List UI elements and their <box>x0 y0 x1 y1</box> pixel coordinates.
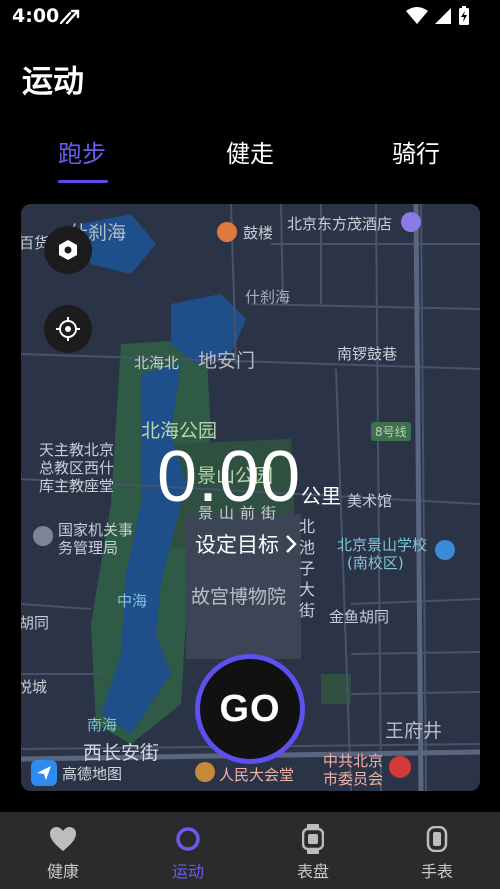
map-provider-name: 高德地图 <box>62 764 123 783</box>
map-label-wangfujing: 王府井 <box>385 720 443 742</box>
map-layers-button[interactable] <box>44 226 92 274</box>
wifi-icon <box>406 7 428 24</box>
nav-label-health: 健康 <box>46 862 79 881</box>
map-label-people-hall: 人民大会堂 <box>219 766 295 784</box>
map-label-school-2: (南校区) <box>347 554 404 572</box>
set-goal-button[interactable]: 设定目标 <box>195 529 297 559</box>
map-label-dianmen: 地安门 <box>198 350 256 372</box>
chevron-right-icon <box>286 535 297 553</box>
nav-label-watch-face: 表盘 <box>296 862 329 881</box>
map-label-zhonghai: 中海 <box>117 592 148 610</box>
page-title: 运动 <box>22 64 84 100</box>
distance-value: 0.00 <box>157 437 302 517</box>
map-label-office-2: 务管理局 <box>58 539 119 557</box>
nav-item-health[interactable]: 健康 <box>18 824 108 882</box>
nfc-icon <box>59 9 80 25</box>
school-pin-icon <box>435 540 455 560</box>
tab-cycling[interactable]: 骑行 <box>392 134 440 169</box>
go-button[interactable]: GO <box>195 654 305 764</box>
map-label-gulou: 鼓楼 <box>243 224 274 242</box>
ring-icon <box>176 827 200 851</box>
map-label-party-2: 市委员会 <box>323 770 384 788</box>
nav-label-sport: 运动 <box>171 862 204 881</box>
battery-icon <box>459 6 469 25</box>
status-bar: 4:00 <box>0 0 500 34</box>
watch-face-icon <box>302 824 324 854</box>
status-time: 4:00 <box>12 5 60 27</box>
map-label-nanluoguxiang: 南锣鼓巷 <box>337 345 398 363</box>
tab-walking[interactable]: 健走 <box>226 134 274 169</box>
map-label-jinyu: 金鱼胡同 <box>329 608 390 626</box>
map-label-nanhai: 南海 <box>87 716 118 734</box>
nav-item-watch[interactable]: 手表 <box>392 824 482 882</box>
hotel-pin-icon <box>401 212 421 232</box>
map-label-hotel: 北京东方茂酒店 <box>287 215 393 233</box>
map-label-beihaibei: 北海北 <box>134 354 180 372</box>
map-label-shichahai: 什刹海 <box>245 288 291 306</box>
signal-icon <box>435 8 451 24</box>
heart-icon <box>50 827 76 851</box>
map-label-meishuguan: 美术馆 <box>347 492 393 510</box>
map-provider-logo: 高德地图 <box>31 760 122 786</box>
nav-item-sport[interactable]: 运动 <box>143 824 233 882</box>
hexagon-settings-icon <box>59 240 77 260</box>
hall-pin-icon <box>195 762 215 782</box>
set-goal-label: 设定目标 <box>195 533 279 557</box>
status-icons <box>406 6 470 26</box>
nav-label-watch: 手表 <box>420 862 453 881</box>
map-label-church-3: 库主教座堂 <box>39 477 115 495</box>
party-pin-icon <box>389 756 411 778</box>
map-label-yuecheng: 悦城 <box>21 678 48 696</box>
bottom-navigation: 健康 运动 表盘 手表 <box>0 812 500 889</box>
distance-unit: 公里 <box>301 484 341 508</box>
sport-type-tabs: 跑步 健走 骑行 <box>0 130 500 190</box>
landmark-pin-icon <box>217 222 237 242</box>
nav-item-watch-face[interactable]: 表盘 <box>268 824 358 882</box>
watch-icon <box>426 826 448 852</box>
map-label-hutong: 胡同 <box>21 614 50 632</box>
map-view[interactable]: 什刹海 百货 鼓楼 北京东方茂酒店 什刹海 北海北 地安门 南锣鼓巷 8号线 北… <box>21 204 480 791</box>
locate-me-button[interactable] <box>44 305 92 353</box>
map-label-line8: 8号线 <box>371 422 411 441</box>
go-label: GO <box>219 687 281 730</box>
amap-logo-icon <box>31 760 57 786</box>
tab-indicator <box>58 180 108 183</box>
star-pin-icon <box>33 526 53 546</box>
map-label-beichizi: 北池子大街 <box>299 517 316 620</box>
tab-running[interactable]: 跑步 <box>58 134 106 169</box>
crosshair-icon <box>56 317 80 341</box>
map-label-palace: 故宫博物院 <box>191 586 287 608</box>
